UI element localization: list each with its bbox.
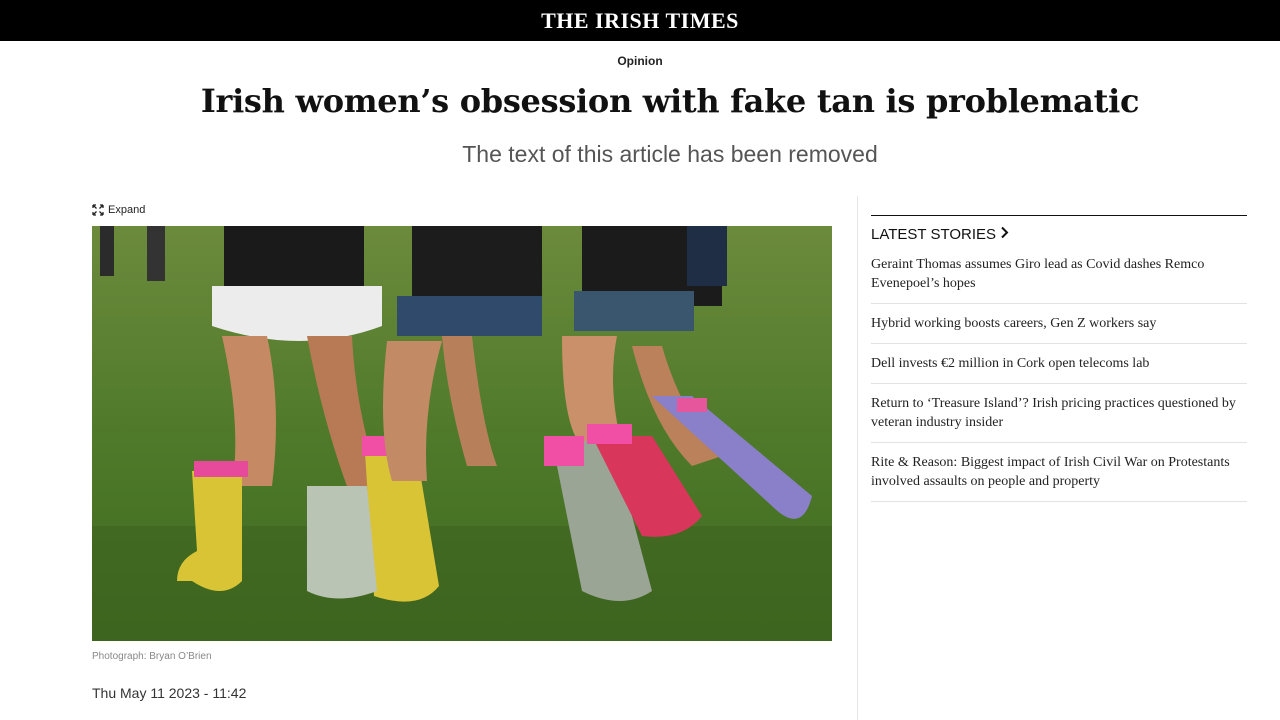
column-divider — [857, 196, 858, 720]
top-bar: THE IRISH TIMES — [0, 0, 1280, 41]
article-date: Thu May 11 2023 - 11:42 — [92, 685, 247, 701]
story-link-rite-reason[interactable]: Rite & Reason: Biggest impact of Irish C… — [871, 443, 1247, 502]
latest-stories-sidebar: LATEST STORIES Geraint Thomas assumes Gi… — [871, 215, 1247, 502]
chevron-right-icon — [1000, 226, 1010, 243]
latest-stories-label: LATEST STORIES — [871, 226, 997, 243]
article-subheadline: The text of this article has been remove… — [462, 141, 878, 167]
story-link-giro[interactable]: Geraint Thomas assumes Giro lead as Covi… — [871, 255, 1247, 304]
story-link-treasure-island[interactable]: Return to ‘Treasure Island’? Irish prici… — [871, 384, 1247, 443]
photo-caption: Photograph: Bryan O’Brien — [92, 651, 212, 662]
photo-illustration — [92, 226, 832, 641]
latest-stories-heading[interactable]: LATEST STORIES — [871, 226, 1247, 243]
article-headline: Irish women’s obsession with fake tan is… — [200, 82, 1140, 120]
expand-button[interactable]: Expand — [92, 204, 145, 216]
story-link-dell-invests[interactable]: Dell invests €2 million in Cork open tel… — [871, 344, 1247, 384]
latest-stories-list: Geraint Thomas assumes Giro lead as Covi… — [871, 255, 1247, 502]
story-link-hybrid-working[interactable]: Hybrid working boosts careers, Gen Z wor… — [871, 304, 1247, 344]
section-label[interactable]: Opinion — [0, 54, 1280, 68]
expand-icon — [92, 204, 104, 216]
article-photo[interactable] — [92, 226, 832, 641]
expand-label: Expand — [108, 204, 146, 216]
masthead-logo[interactable]: THE IRISH TIMES — [541, 8, 739, 34]
